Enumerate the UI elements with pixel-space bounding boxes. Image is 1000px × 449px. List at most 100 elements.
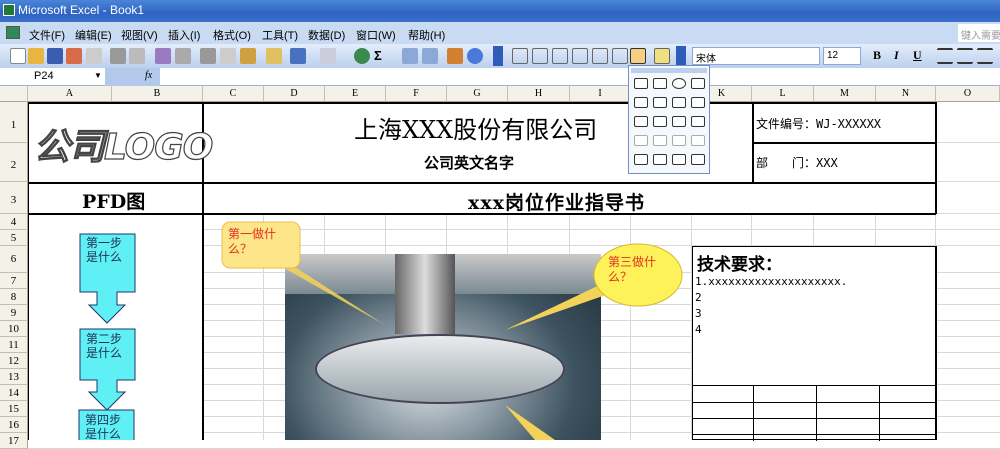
column-header-D[interactable]: D (264, 86, 325, 102)
line-callout-1-icon[interactable] (634, 97, 648, 108)
sort-asc-icon[interactable] (402, 48, 418, 64)
row-header-9[interactable]: 9 (0, 305, 28, 321)
underline-button[interactable]: U (913, 48, 922, 63)
oval-callout-icon[interactable] (672, 78, 686, 89)
merged-cell[interactable] (28, 102, 203, 182)
copy-icon[interactable] (220, 48, 236, 64)
save-icon[interactable] (47, 48, 63, 64)
help-icon[interactable] (467, 48, 483, 64)
italic-button[interactable]: I (894, 48, 899, 63)
line-callout-2-border-icon[interactable] (653, 154, 667, 165)
menu-window[interactable]: 窗口(W) (356, 27, 396, 43)
row-header-6[interactable]: 6 (0, 246, 28, 273)
rounded-callout-icon[interactable] (653, 78, 667, 89)
cloud-callout-icon[interactable] (691, 78, 705, 89)
new-icon[interactable] (10, 48, 26, 64)
align-center-icon[interactable] (957, 48, 973, 64)
line-callout-4-accent-icon[interactable] (691, 116, 705, 127)
row-header-15[interactable]: 15 (0, 401, 28, 417)
menu-tools[interactable]: 工具(T) (262, 27, 298, 43)
menu-data[interactable]: 数据(D) (308, 27, 345, 43)
hyperlink-icon[interactable] (354, 48, 370, 64)
print-icon[interactable] (110, 48, 126, 64)
star-banner-icon[interactable] (612, 48, 628, 64)
permission-icon[interactable] (66, 48, 82, 64)
workbook-icon[interactable] (6, 26, 20, 39)
fx-icon[interactable]: fx (145, 70, 152, 81)
line-callout-3-accent-icon[interactable] (672, 116, 686, 127)
sort-desc-icon[interactable] (422, 48, 438, 64)
line-callout-4-noborder-icon[interactable] (691, 135, 705, 146)
line-callout-2-noborder-icon[interactable] (653, 135, 667, 146)
menu-insert[interactable]: 插入(I) (168, 27, 200, 43)
line-callout-4-border-icon[interactable] (691, 154, 705, 165)
merged-cell[interactable] (204, 183, 936, 214)
toolbar-options-icon[interactable] (676, 46, 686, 66)
row-header-14[interactable]: 14 (0, 385, 28, 401)
column-header-N[interactable]: N (876, 86, 936, 102)
row-header-16[interactable]: 16 (0, 417, 28, 433)
column-header-F[interactable]: F (386, 86, 447, 102)
paste-icon[interactable] (240, 48, 256, 64)
help-search-input[interactable]: 键入需要 (958, 24, 1000, 42)
drawing-tool-icon[interactable] (512, 48, 528, 64)
row-header-12[interactable]: 12 (0, 353, 28, 369)
merged-cell[interactable] (692, 246, 936, 440)
menu-file[interactable]: 文件(F) (29, 27, 65, 43)
rectangular-callout-icon[interactable] (634, 78, 648, 89)
line-callout-1-border-icon[interactable] (634, 154, 648, 165)
line-callout-2-icon[interactable] (653, 97, 667, 108)
menu-format[interactable]: 格式(O) (213, 27, 251, 43)
column-header-L[interactable]: L (752, 86, 814, 102)
row-header-10[interactable]: 10 (0, 321, 28, 337)
column-header-O[interactable]: O (936, 86, 1000, 102)
row-header-7[interactable]: 7 (0, 273, 28, 289)
line-callout-3-border-icon[interactable] (672, 154, 686, 165)
merged-cell[interactable] (28, 215, 203, 440)
callout-icon[interactable] (630, 48, 646, 64)
column-header-H[interactable]: H (508, 86, 570, 102)
name-box[interactable]: P24 (0, 69, 105, 85)
cut-icon[interactable] (200, 48, 216, 64)
row-header-2[interactable]: 2 (0, 143, 28, 182)
column-header-G[interactable]: G (447, 86, 508, 102)
line-callout-2-accent-icon[interactable] (653, 116, 667, 127)
column-header-M[interactable]: M (814, 86, 876, 102)
redo-icon[interactable] (320, 48, 336, 64)
chart-wizard-icon[interactable] (447, 48, 463, 64)
spelling-icon[interactable] (155, 48, 171, 64)
align-left-icon[interactable] (937, 48, 953, 64)
menu-help[interactable]: 帮助(H) (408, 27, 445, 43)
row-header-13[interactable]: 13 (0, 369, 28, 385)
select-all-corner[interactable] (0, 86, 28, 102)
palette-drag-handle[interactable] (631, 68, 707, 73)
line-callout-3-noborder-icon[interactable] (672, 135, 686, 146)
column-header-C[interactable]: C (203, 86, 264, 102)
row-header-5[interactable]: 5 (0, 230, 28, 246)
merged-cell[interactable] (28, 183, 203, 214)
row-header-3[interactable]: 3 (0, 182, 28, 214)
column-header-E[interactable]: E (325, 86, 386, 102)
email-icon[interactable] (86, 48, 102, 64)
worksheet-grid[interactable]: ABCDEFGHIJKLMNO1234567891011121314151617 (0, 86, 1000, 449)
line-callout-1-accent-icon[interactable] (634, 116, 648, 127)
row-header-1[interactable]: 1 (0, 102, 28, 143)
font-select[interactable]: 宋体 (692, 47, 820, 65)
toolbar-options-icon[interactable] (493, 46, 503, 66)
line-callout-4-icon[interactable] (691, 97, 705, 108)
more-autoshapes-icon[interactable] (654, 48, 670, 64)
menu-view[interactable]: 视图(V) (121, 27, 158, 43)
name-box-dropdown-icon[interactable]: ▼ (94, 71, 102, 80)
undo-icon[interactable] (290, 48, 306, 64)
connector-icon[interactable] (532, 48, 548, 64)
row-header-8[interactable]: 8 (0, 289, 28, 305)
line-callout-3-icon[interactable] (672, 97, 686, 108)
research-icon[interactable] (175, 48, 191, 64)
column-header-B[interactable]: B (112, 86, 203, 102)
block-arrow-icon[interactable] (592, 48, 608, 64)
row-header-17[interactable]: 17 (0, 433, 28, 449)
row-header-4[interactable]: 4 (0, 214, 28, 230)
row-header-11[interactable]: 11 (0, 337, 28, 353)
font-size-select[interactable]: 12 (823, 47, 861, 65)
line-callout-1-noborder-icon[interactable] (634, 135, 648, 146)
